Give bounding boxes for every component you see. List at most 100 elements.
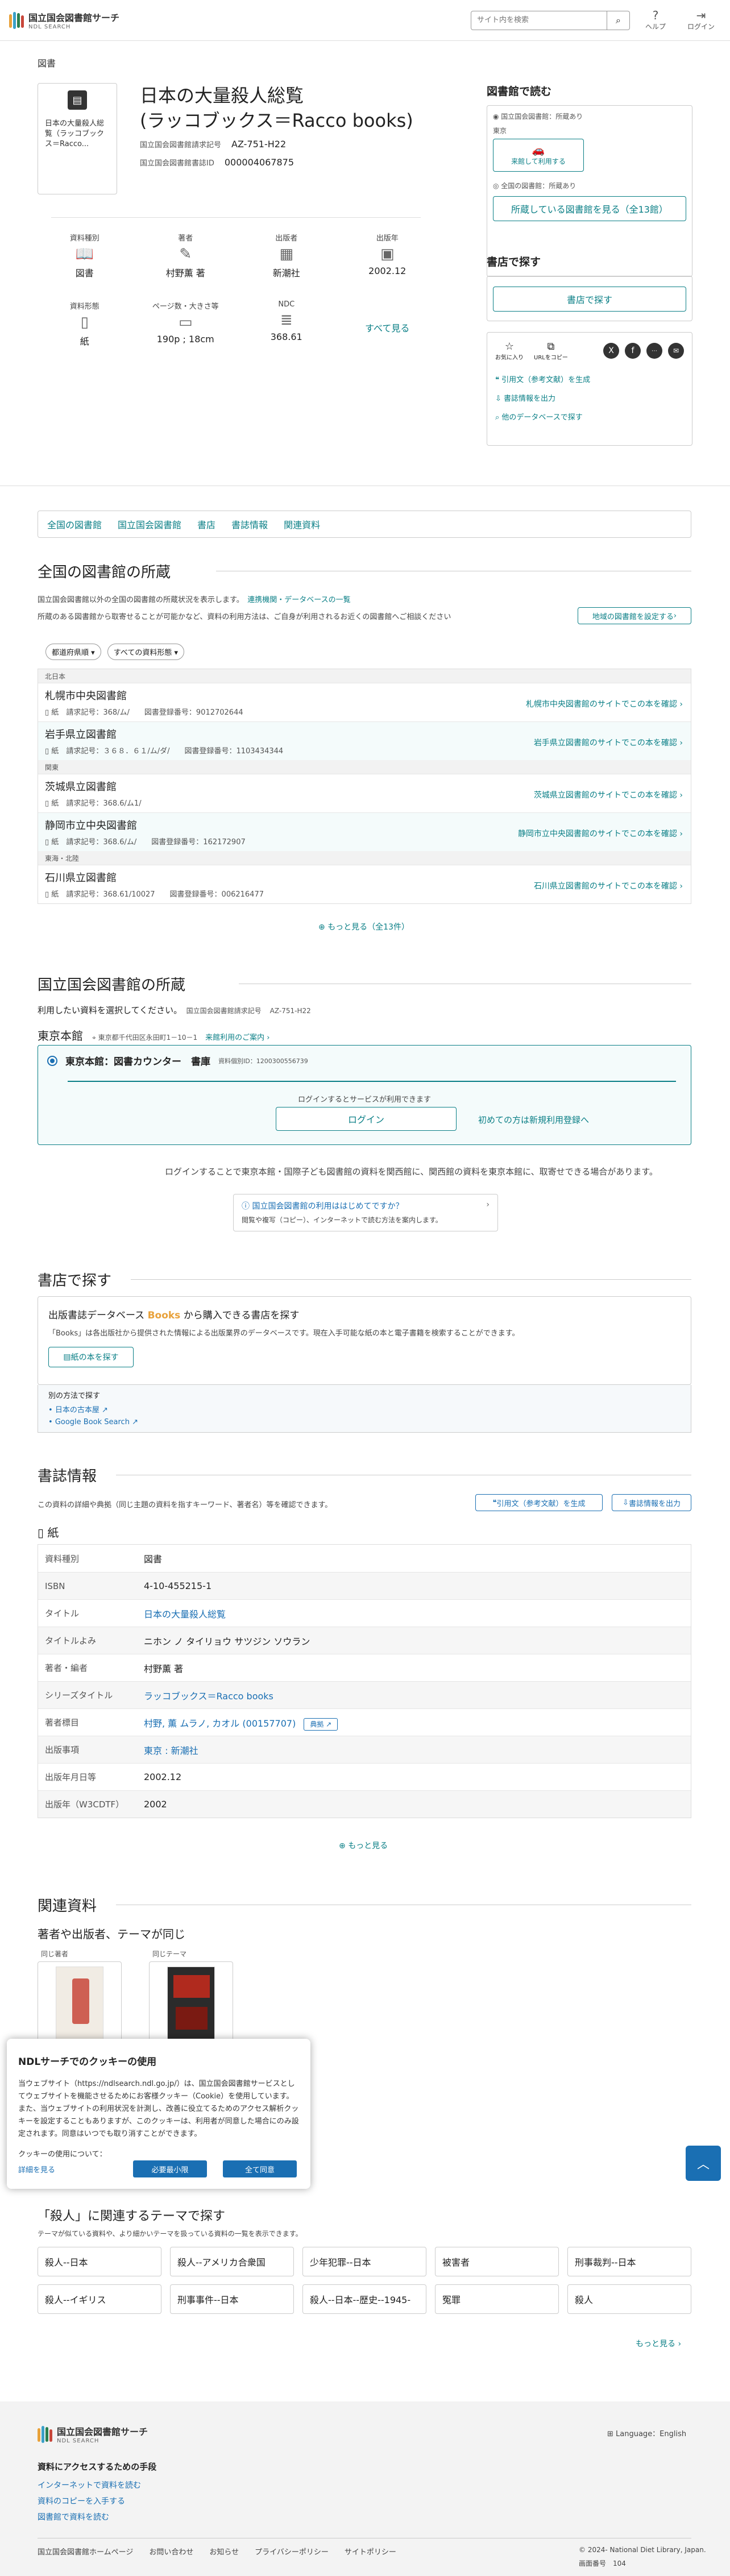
library-site-link[interactable]: 石川県立図書館のサイトでこの本を確認 › [534, 880, 683, 891]
libraries-more-link[interactable]: ⊕ もっと見る（全13件） [318, 921, 409, 932]
authority-button[interactable]: 典拠 ↗ [304, 1718, 338, 1731]
find-in-shop-button[interactable]: 書店で探す [493, 287, 686, 312]
footer-link[interactable]: インターネットで資料を読む [38, 2478, 141, 2494]
related-subheading: 著者や出版者、テーマが同じ [38, 1927, 185, 1941]
first-time-guide[interactable]: ⓘ 国立国会図書館の利用ははじめてですか？ › 閲覧や複写（コピー）、インターネッ… [233, 1194, 498, 1231]
keyword-chip[interactable]: 少年犯罪--日本 [302, 2247, 426, 2276]
star-icon: ☆ [504, 341, 515, 352]
language-icon: ⊞ [607, 2430, 616, 2438]
cookie-necessary-button[interactable]: 必要最小限 [133, 2160, 207, 2177]
site-logo[interactable]: 国立国会図書館サーチ NDL SEARCH [9, 10, 119, 30]
visit-guide-link[interactable]: 来館利用のご案内 › [205, 1034, 269, 1042]
ndl-login-button[interactable]: ログイン [276, 1107, 457, 1131]
scroll-top-button[interactable]: ︿ [686, 2146, 721, 2181]
find-paper-book-button[interactable]: ▤ 紙の本を探す [48, 1347, 134, 1367]
other-methods: 別の方法で探す • 日本の古本屋 ↗ • Google Book Search … [38, 1385, 691, 1433]
related-heading: 関連資料 [38, 1898, 97, 1915]
sort-select[interactable]: 都道府県順 ▾ [45, 644, 101, 660]
guide-title: ⓘ 国立国会図書館の利用ははじめてですか？ › [242, 1200, 490, 1211]
shop-desc: 「Books」は各出版社から提供された情報による出版業界のデータベースです。現在… [48, 1329, 520, 1338]
attr-pages: ページ数・大きさ等 ▭ 190p ; 18cm [152, 302, 219, 345]
tab-related[interactable]: 関連資料 [284, 517, 320, 531]
footer-site-policy-link[interactable]: サイトポリシー [345, 2546, 396, 2557]
search-button[interactable]: ⌕ [607, 10, 630, 30]
library-site-link[interactable]: 茨城県立図書館のサイトでこの本を確認 › [534, 789, 683, 800]
ndl-desc: 利用したい資料を選択してください。 国立国会図書館請求記号 AZ-751-H22 [38, 1005, 311, 1015]
book-cover-image [167, 1967, 215, 2040]
partner-db-link[interactable]: 連携機関・データベースの一覧 [247, 596, 350, 604]
footer-privacy-link[interactable]: プライバシーポリシー [255, 2546, 329, 2557]
footer-link[interactable]: 資料のコピーを入手する [38, 2494, 141, 2509]
cookie-accept-button[interactable]: 全て同意 [223, 2160, 297, 2177]
set-region-button[interactable]: 地域の図書館を設定する › [578, 607, 691, 624]
footer-ndl-home-link[interactable]: 国立国会図書館ホームページ [38, 2546, 133, 2557]
tab-ndl[interactable]: 国立国会図書館 [118, 517, 181, 531]
keyword-chip[interactable]: 刑事事件--日本 [170, 2284, 294, 2314]
bib-output-button[interactable]: ⇩ 書誌情報を出力 [612, 1494, 691, 1511]
copyright: © 2024- National Diet Library, Japan. [579, 2546, 706, 2554]
keywords-heading: 「殺人」に関連するテーマで探す [38, 2209, 226, 2224]
login-note: ログインするとサービスが利用できます [297, 1096, 431, 1104]
library-site-link[interactable]: 岩手県立図書館のサイトでこの本を確認 › [534, 737, 683, 748]
site-search-input[interactable] [471, 10, 607, 30]
output-link[interactable]: ⇩ 書誌情報を出力 [495, 392, 684, 403]
national-note: 所蔵のある図書館から取寄せることが可能かなど、資料の利用方法は、ご自身が利用され… [38, 613, 451, 621]
cite-link[interactable]: ❝ 引用文（参考文献）を生成 [495, 374, 684, 384]
footer-link[interactable]: 図書館で資料を読む [38, 2509, 141, 2525]
counter-option[interactable]: 東京本館：図書カウンター 書庫 資料個別ID：1200300556739 [47, 1053, 308, 1068]
register-link[interactable]: 初めての方は新規利用登録へ [478, 1114, 589, 1126]
keyword-chip[interactable]: 殺人--アメリカ合衆国 [170, 2247, 294, 2276]
footer-contact-link[interactable]: お問い合わせ [149, 2546, 193, 2557]
favorite-button[interactable]: ☆ お気に入り [495, 341, 524, 361]
footer-logo[interactable]: 国立国会図書館サーチ NDL SEARCH [38, 2424, 148, 2444]
show-libraries-button[interactable]: 所蔵している図書館を見る（全13館） [493, 196, 686, 221]
cookie-details-link[interactable]: 詳細を見る [18, 2160, 55, 2177]
thumbnail-title: 日本の大量殺人総覧（ラッコブックス＝Racco... [45, 119, 105, 148]
tab-bib[interactable]: 書誌情報 [231, 517, 268, 531]
form-select[interactable]: すべての資料形態 ▾ [107, 644, 185, 660]
url-copy-button[interactable]: ⧉ URLをコピー [534, 341, 568, 361]
library-site-link[interactable]: 静岡市立中央図書館のサイトでこの本を確認 › [518, 828, 683, 839]
attr-publisher: 出版者 ▦ 新潮社 [253, 232, 320, 300]
login-button[interactable]: ⇥ ログイン [681, 9, 721, 31]
facebook-icon[interactable]: f [625, 343, 641, 359]
heading-rule [131, 1279, 691, 1280]
bib-cite-button[interactable]: ❝ 引用文（参考文献）を生成 [475, 1494, 603, 1511]
tab-national[interactable]: 全国の図書館 [47, 517, 102, 531]
keyword-chip[interactable]: 被害者 [435, 2247, 559, 2276]
national-heading: 全国の図書館の所蔵 [38, 564, 171, 581]
google-books-link[interactable]: • Google Book Search ↗ [48, 1418, 681, 1426]
paper-icon: ▯ [38, 1526, 48, 1540]
keyword-chip[interactable]: 殺人--日本--歴史--1945- [302, 2284, 426, 2314]
line-icon[interactable]: ⋯ [646, 343, 662, 359]
x-icon[interactable]: X [603, 343, 619, 359]
keyword-chip[interactable]: 冤罪 [435, 2284, 559, 2314]
language-switch[interactable]: ⊞ Language：English [607, 2428, 686, 2438]
search-icon: ⌕ [616, 14, 621, 26]
keyword-chip[interactable]: 殺人--日本 [38, 2247, 161, 2276]
library-site-link[interactable]: 札幌市中央図書館のサイトでこの本を確認 › [526, 698, 683, 710]
footer-news-link[interactable]: お知らせ [209, 2546, 239, 2557]
bib-more-link[interactable]: ⊕ もっと見る [339, 1840, 388, 1851]
help-button[interactable]: ? ヘルプ [636, 9, 675, 31]
footer-access-title: 資料にアクセスするための手段 [38, 2462, 157, 2472]
site-header: 国立国会図書館サーチ NDL SEARCH ⌕ ?ヘルプ ⇥ログイン [0, 0, 730, 41]
ndl-owned: ◉ 国立国会図書館：所蔵あり [493, 113, 583, 121]
see-all-link[interactable]: すべて見る [354, 300, 421, 368]
use-at-library-button[interactable]: 🚗 来館して利用する [493, 139, 584, 172]
table-row: 著者標目 村野, 薫 ムラノ, カオル (00157707) 典拠 ↗ [38, 1708, 691, 1736]
cookie-text: 当ウェブサイト（https://ndlsearch.ndl.go.jp/）は、国… [18, 2080, 299, 2138]
keyword-chip[interactable]: 殺人--イギリス [38, 2284, 161, 2314]
keyword-chip[interactable]: 殺人 [567, 2284, 691, 2314]
ndl-logo-icon [38, 2425, 52, 2443]
table-row: シリーズタイトル ラッコブックス＝Racco books [38, 1681, 691, 1708]
mail-icon[interactable]: ✉ [668, 343, 684, 359]
nihon-no-furuhonya-link[interactable]: • 日本の古本屋 ↗ [48, 1404, 681, 1414]
ndl-branch: 東京本館 ⌖ 東京都千代田区永田町1－10－1 来館利用のご案内 › [38, 1029, 270, 1043]
keywords-more-link[interactable]: もっと見る › [636, 2338, 681, 2349]
tab-shop[interactable]: 書店 [197, 517, 215, 531]
same-author-label: 同じ著者 [41, 1950, 69, 1958]
radio-selected-icon[interactable] [47, 1055, 57, 1066]
other-db-link[interactable]: ⌕ 他のデータベースで探す [495, 411, 684, 422]
keyword-chip[interactable]: 刑事裁判--日本 [567, 2247, 691, 2276]
